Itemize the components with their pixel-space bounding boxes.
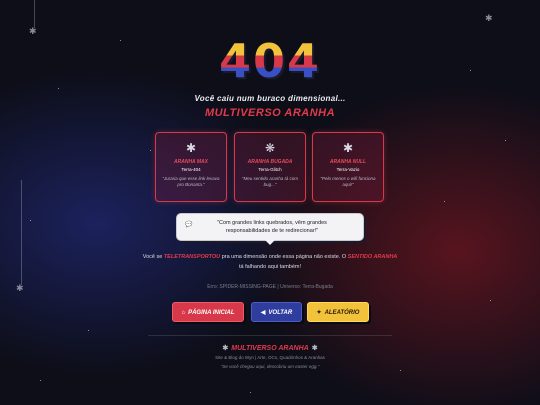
highlight-text: SENTIDO ARANHA: [347, 254, 398, 260]
character-name: ARANHA MAX: [174, 159, 208, 165]
character-quote: "Pelo menos o wifi funciona aqui!": [320, 176, 376, 188]
hanging-spider-icon: ✱: [485, 13, 493, 23]
footer-brand-text: MULTIVERSO ARANHA: [231, 345, 309, 352]
brand-title: MULTIVERSO ARANHA: [204, 107, 336, 119]
highlight-text: TELETRANSPORTOU: [163, 254, 221, 260]
spider-icon: ✱: [311, 345, 318, 352]
shuffle-icon: ✦: [316, 310, 322, 316]
spider-icon: ✱: [342, 141, 354, 155]
character-card: ✱ ARANHA MAX Terra-404 "Juraria que esse…: [155, 132, 227, 202]
character-name: ARANHA NULL: [329, 159, 367, 165]
character-name: ARANHA BUGADA: [247, 159, 293, 165]
spider-icon: ✱: [222, 345, 229, 352]
spider-thread: [34, 0, 35, 28]
home-button-label: PÁGINA INICIAL: [188, 310, 235, 316]
chat-icon: 💬: [185, 222, 193, 228]
random-button[interactable]: ✦ ALEATÓRIO: [307, 302, 369, 322]
random-button-label: ALEATÓRIO: [324, 310, 360, 316]
back-button-label: VOLTAR: [268, 310, 293, 316]
home-button[interactable]: ⌂ PÁGINA INICIAL: [172, 302, 244, 322]
character-universe: Terra-Vazio: [336, 167, 360, 172]
paragraph-text: tá falhando aqui também!: [238, 263, 302, 270]
subtitle: Você caiu num buraco dimensional...: [194, 94, 346, 103]
error-code-title: 404: [0, 34, 540, 88]
footer-quote: "Se você chegou aqui, descobriu um easte…: [220, 364, 320, 369]
character-universe: Terra-Glitch: [258, 167, 282, 172]
speech-bubble-text: "Com grandes links quebrados, vêm grande…: [217, 220, 327, 234]
spider-thread: [21, 180, 22, 285]
spider-icon: ✱: [185, 141, 197, 155]
back-icon: ◀: [260, 310, 266, 316]
footer-description: Site & Blog do Wyn | Arte, OCs, Quadrinh…: [215, 355, 325, 360]
character-card: ✱ ARANHA NULL Terra-Vazio "Pelo menos o …: [312, 132, 384, 202]
character-quote: "Juraria que esse link levava pro Bonant…: [162, 176, 220, 188]
home-icon: ⌂: [181, 310, 186, 316]
web-icon: ❋: [264, 141, 276, 155]
paragraph-text: Você se: [142, 254, 163, 260]
paragraph-text: pra uma dimensão onde essa página não ex…: [221, 254, 347, 260]
footer-divider: [148, 335, 392, 336]
character-quote: "Meu sentido aranha tá com bug...": [241, 176, 299, 188]
error-details: Erro: SPIDER-MISSING-PAGE | Universo: Te…: [207, 284, 333, 290]
back-button[interactable]: ◀ VOLTAR: [251, 302, 302, 322]
explanation-paragraph: Você se TELETRANSPORTOU pra uma dimensão…: [140, 253, 400, 272]
character-card: ❋ ARANHA BUGADA Terra-Glitch "Meu sentid…: [234, 132, 306, 202]
speech-bubble: 💬 "Com grandes links quebrados, vêm gran…: [176, 213, 364, 245]
footer-brand: ✱ MULTIVERSO ARANHA ✱: [0, 344, 540, 352]
character-universe: Terra-404: [181, 167, 201, 172]
